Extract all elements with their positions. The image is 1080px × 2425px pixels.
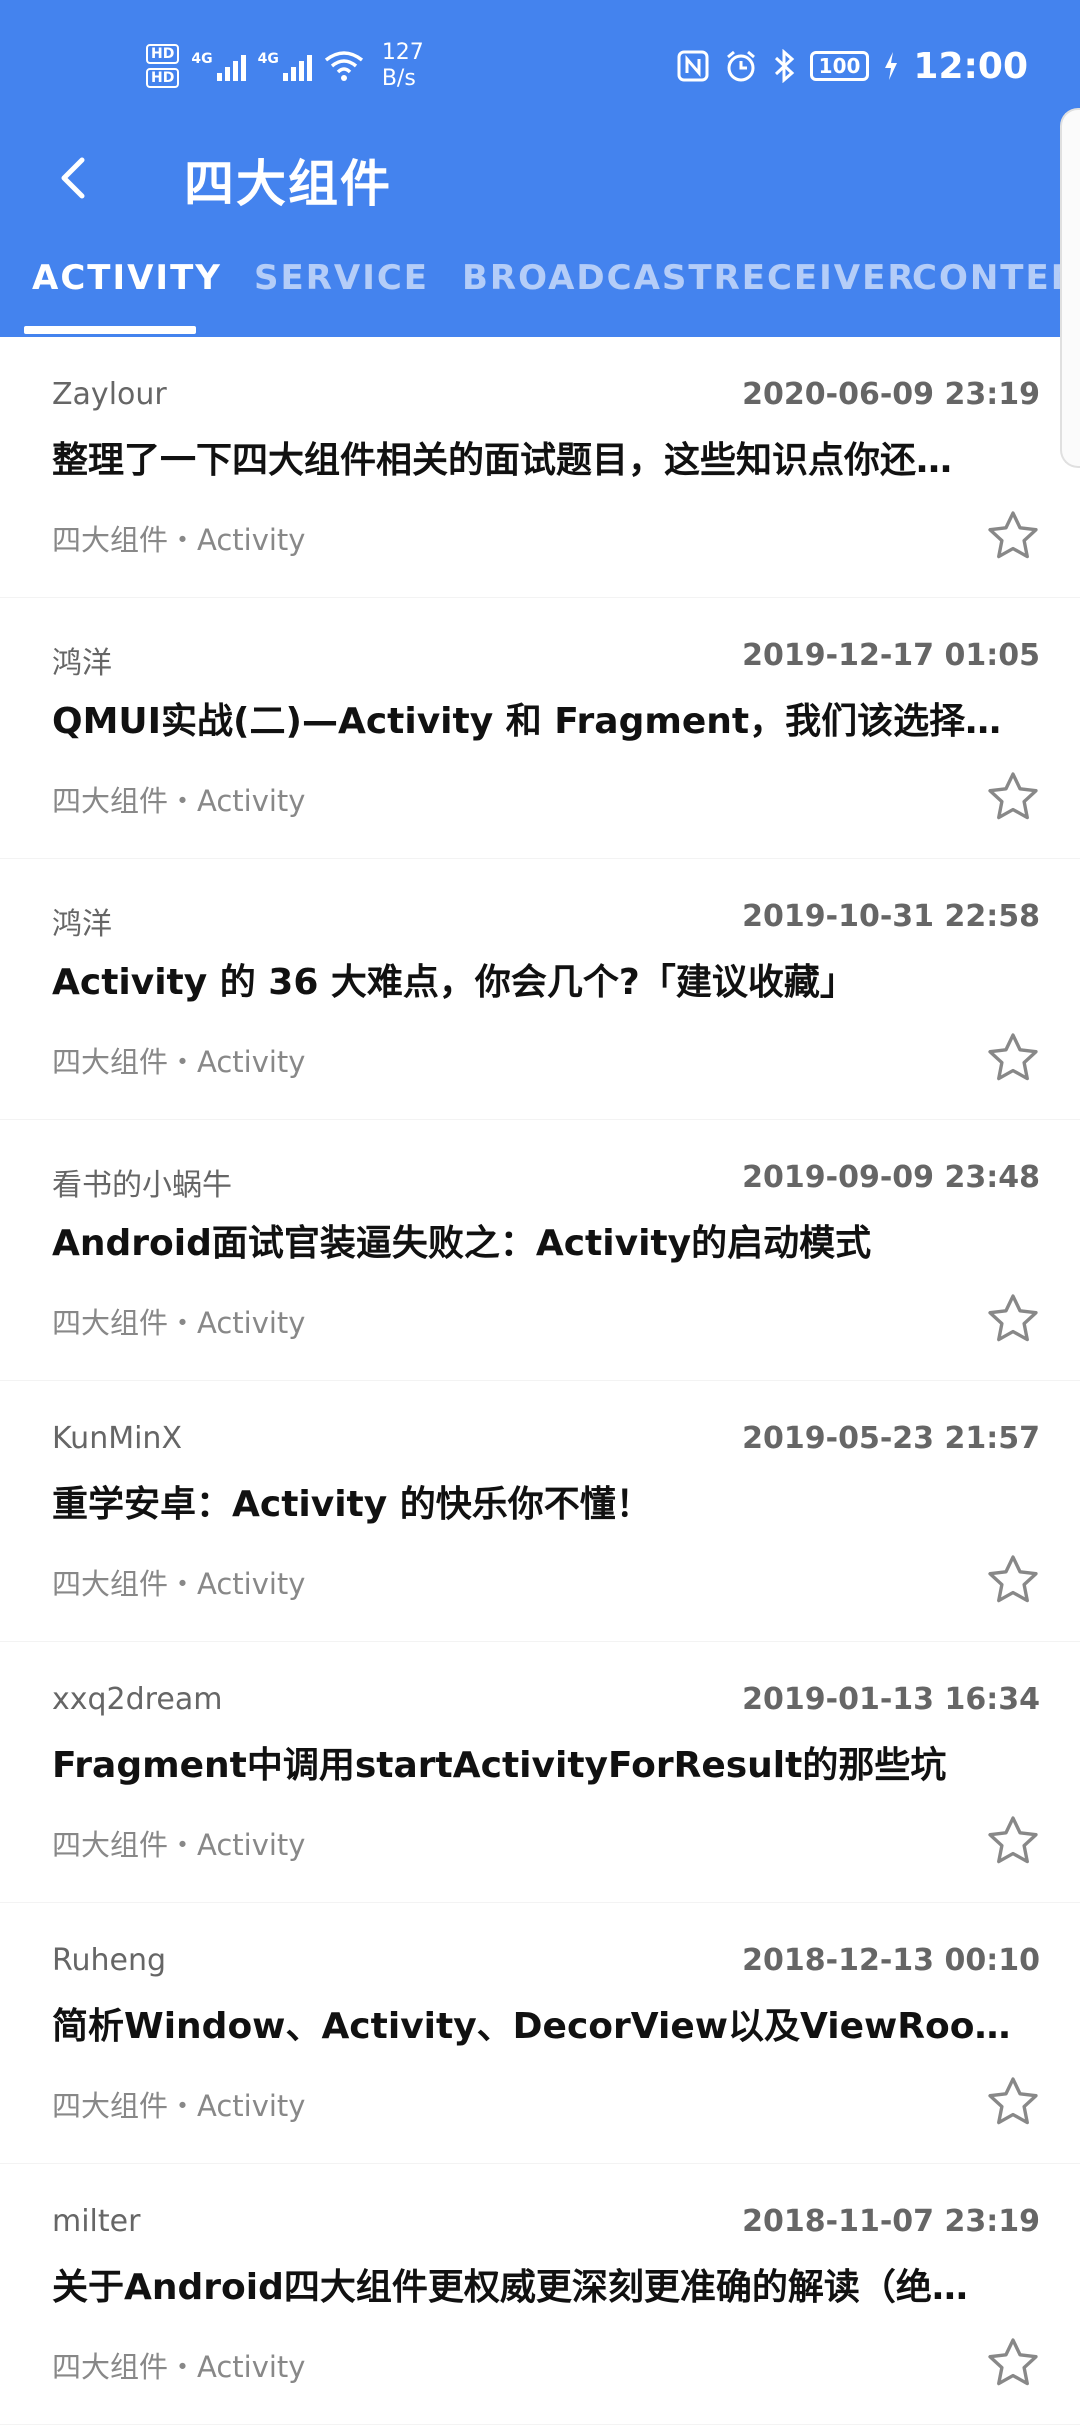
article-tags: 四大组件・Activity <box>52 523 306 557</box>
article-date: 2019-01-13 16:34 <box>742 1682 1040 1717</box>
tab-broadcastreceiver[interactable]: BROADCASTRECEIVER <box>462 258 916 298</box>
signal-1-icon: 4G <box>191 51 246 81</box>
network-speed: 127 B/s <box>381 40 424 91</box>
article-tags: 四大组件・Activity <box>52 2089 306 2123</box>
tab-service[interactable]: SERVICE <box>254 258 429 298</box>
article-title[interactable]: QMUI实战(二)—Activity 和 Fragment，我们该选择谁? <box>52 692 1012 744</box>
tab-content[interactable]: CONTENT <box>912 258 1080 298</box>
article-date: 2020-06-09 23:19 <box>742 377 1040 412</box>
charging-icon <box>885 52 898 80</box>
list-item[interactable]: milter 2018-11-07 23:19 关于Android四大组件更权威… <box>0 2164 1080 2425</box>
star-icon[interactable] <box>984 1029 1042 1087</box>
tab-bar: ACTIVITY SERVICE BROADCASTRECEIVER CONTE… <box>0 258 1080 318</box>
article-date: 2018-12-13 00:10 <box>742 1943 1040 1978</box>
star-icon[interactable] <box>984 1551 1042 1609</box>
list-item[interactable]: Zaylour 2020-06-09 23:19 整理了一下四大组件相关的面试题… <box>0 337 1080 598</box>
list-item[interactable]: 鸿洋 2019-12-17 01:05 QMUI实战(二)—Activity 和… <box>0 598 1080 859</box>
nfc-icon <box>677 50 709 82</box>
status-bar: HD HD 4G 4G 127 B/s 100 12:00 <box>0 0 1080 130</box>
status-left: HD HD 4G 4G 127 B/s <box>146 36 424 96</box>
article-author: KunMinX <box>52 1421 182 1456</box>
list-item[interactable]: xxq2dream 2019-01-13 16:34 Fragment中调用st… <box>0 1642 1080 1903</box>
article-date: 2018-11-07 23:19 <box>742 2204 1040 2239</box>
star-icon[interactable] <box>984 2334 1042 2392</box>
app-bar: HD HD 4G 4G 127 B/s 100 12:00 四大组件 ACTIV… <box>0 0 1080 337</box>
article-author: milter <box>52 2204 141 2239</box>
tab-activity[interactable]: ACTIVITY <box>32 258 222 298</box>
alarm-icon <box>726 50 755 82</box>
article-title[interactable]: 关于Android四大组件更权威更深刻更准确的解读（绝… <box>52 2258 1012 2310</box>
hd-badge-2: HD <box>146 68 180 88</box>
article-title[interactable]: Activity 的 36 大难点，你会几个?「建议收藏」 <box>52 953 1012 1005</box>
page-title: 四大组件 <box>184 155 392 213</box>
article-date: 2019-12-17 01:05 <box>742 638 1040 673</box>
bluetooth-icon <box>774 49 794 83</box>
star-icon[interactable] <box>984 1290 1042 1348</box>
star-icon[interactable] <box>984 2073 1042 2131</box>
article-author: Zaylour <box>52 377 167 412</box>
list-item[interactable]: Ruheng 2018-12-13 00:10 简析Window、Activit… <box>0 1903 1080 2164</box>
article-title[interactable]: Android面试官装逼失败之：Activity的启动模式 <box>52 1214 1012 1266</box>
article-title[interactable]: Fragment中调用startActivityForResult的那些坑 <box>52 1736 1012 1788</box>
list-item[interactable]: 鸿洋 2019-10-31 22:58 Activity 的 36 大难点，你会… <box>0 859 1080 1120</box>
article-tags: 四大组件・Activity <box>52 1828 306 1862</box>
status-right: 100 12:00 <box>676 40 1028 92</box>
wifi-icon <box>324 51 363 81</box>
signal-2-icon: 4G <box>258 51 312 81</box>
star-icon[interactable] <box>984 1812 1042 1870</box>
article-list: Zaylour 2020-06-09 23:19 整理了一下四大组件相关的面试题… <box>0 337 1080 2425</box>
article-tags: 四大组件・Activity <box>52 2350 306 2384</box>
star-icon[interactable] <box>984 507 1042 565</box>
article-author: 看书的小蜗牛 <box>52 1168 232 1203</box>
article-date: 2019-10-31 22:58 <box>742 899 1040 934</box>
article-tags: 四大组件・Activity <box>52 784 306 818</box>
tab-indicator <box>24 326 196 334</box>
list-item[interactable]: KunMinX 2019-05-23 21:57 重学安卓：Activity 的… <box>0 1381 1080 1642</box>
article-author: 鸿洋 <box>52 907 112 942</box>
article-title[interactable]: 整理了一下四大组件相关的面试题目，这些知识点你还… <box>52 431 1012 483</box>
article-author: 鸿洋 <box>52 646 112 681</box>
article-author: xxq2dream <box>52 1682 223 1717</box>
battery-indicator: 100 <box>809 51 870 81</box>
back-arrow-icon[interactable] <box>52 152 96 204</box>
article-title[interactable]: 重学安卓：Activity 的快乐你不懂！ <box>52 1475 1012 1527</box>
article-author: Ruheng <box>52 1943 167 1978</box>
clock: 12:00 <box>913 45 1028 87</box>
list-item[interactable]: 看书的小蜗牛 2019-09-09 23:48 Android面试官装逼失败之：… <box>0 1120 1080 1381</box>
article-tags: 四大组件・Activity <box>52 1306 306 1340</box>
hd-badge-1: HD <box>146 44 180 64</box>
article-tags: 四大组件・Activity <box>52 1045 306 1079</box>
article-tags: 四大组件・Activity <box>52 1567 306 1601</box>
star-icon[interactable] <box>984 768 1042 826</box>
article-title[interactable]: 简析Window、Activity、DecorView以及ViewRoot之间… <box>52 1997 1012 2049</box>
hd-indicators: HD HD <box>146 44 180 88</box>
article-date: 2019-05-23 21:57 <box>742 1421 1040 1456</box>
article-date: 2019-09-09 23:48 <box>742 1160 1040 1195</box>
